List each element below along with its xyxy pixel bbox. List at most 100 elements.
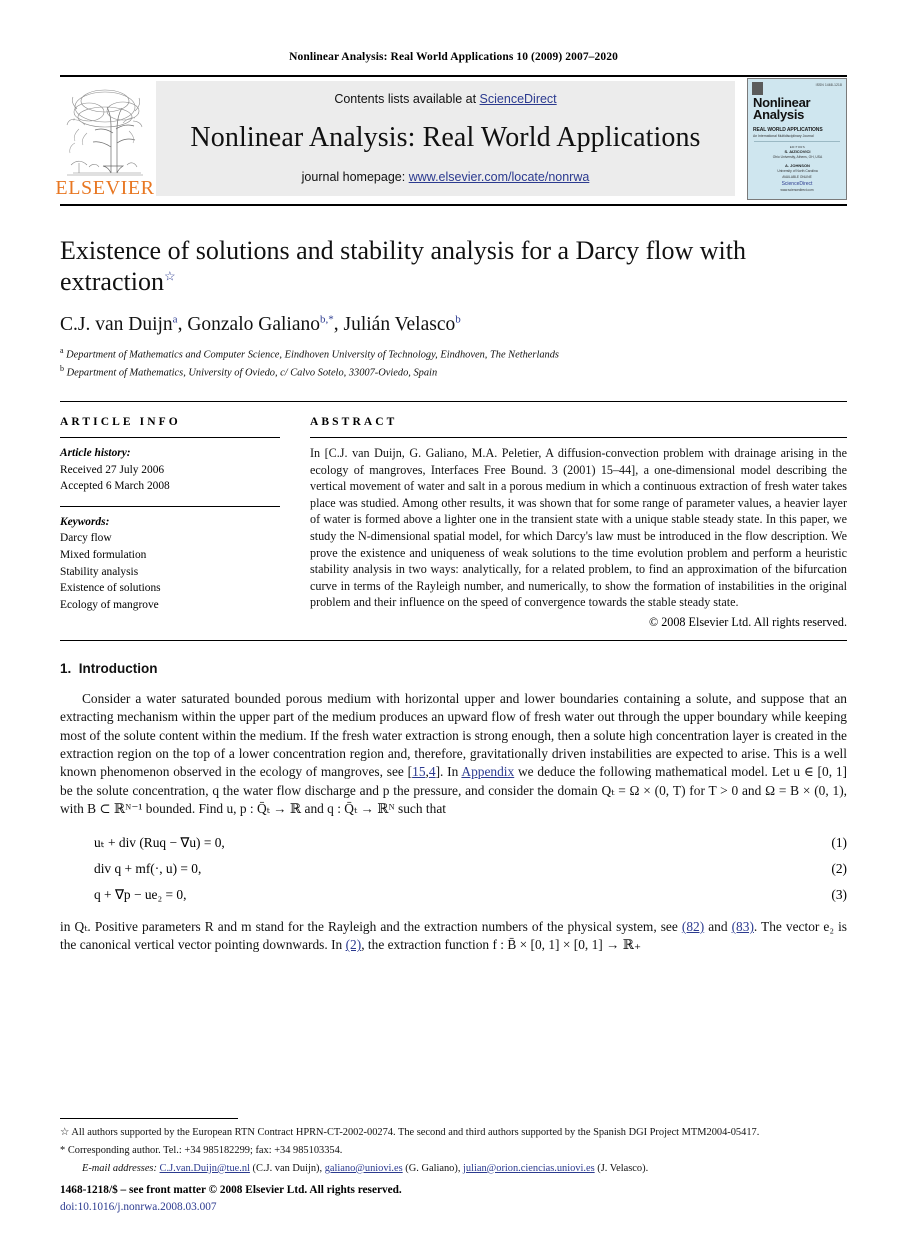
cover-sciencedirect-text: ScienceDirect: [781, 181, 813, 188]
cover-editor-1-affiliation: Ohio University, Athens, OH, USA: [772, 154, 823, 159]
equation-row: q + ∇p − ue₂ = 0, (3): [60, 882, 847, 908]
affiliation-list: a Department of Mathematics and Computer…: [60, 345, 847, 381]
cover-subtitle2: An International Multidisciplinary Journ…: [753, 133, 814, 138]
cover-sciencedirect-url: www.sciencedirect.com: [780, 188, 814, 193]
post-eq-part-2: and: [704, 919, 732, 935]
equation-2-number: (2): [831, 860, 847, 876]
keyword-item: Mixed formulation: [60, 549, 147, 561]
reference-link-eq2[interactable]: (2): [346, 937, 362, 952]
introduction-section: 1. Introduction Consider a water saturat…: [60, 641, 847, 955]
appendix-link[interactable]: Appendix: [461, 764, 514, 779]
abstract-text: In [C.J. van Duijn, G. Galiano, M.A. Pel…: [310, 446, 847, 610]
journal-cover-thumbnail: ISSN 1468-1218 Nonlinear Analysis REAL W…: [747, 77, 847, 200]
title-block: Existence of solutions and stability ana…: [60, 206, 847, 381]
footnote-star-marker: ☆: [60, 1126, 70, 1138]
footnote-area: ☆ All authors supported by the European …: [60, 1117, 847, 1176]
page-title: Existence of solutions and stability ana…: [60, 235, 847, 297]
footnote-funding-text: All authors supported by the European RT…: [71, 1126, 760, 1138]
footnote-funding: ☆ All authors supported by the European …: [60, 1125, 847, 1140]
author-2: Gonzalo Galianob,*: [187, 313, 334, 335]
email-link-duijn[interactable]: C.J.van.Duijn@tue.nl: [160, 1163, 250, 1174]
cover-issn: ISSN 1468-1218: [815, 82, 842, 87]
contents-prefix: Contents lists available at: [334, 92, 480, 106]
imprint-block: 1468-1218/$ – see front matter © 2008 El…: [60, 1182, 402, 1216]
cover-art: ISSN 1468-1218 Nonlinear Analysis REAL W…: [747, 77, 847, 200]
affiliation-a-text: Department of Mathematics and Computer S…: [66, 349, 559, 361]
article-history: Article history: Received 27 July 2006 A…: [60, 438, 280, 495]
journal-homepage-link[interactable]: www.elsevier.com/locate/nonrwa: [409, 170, 590, 184]
author-1-name: C.J. van Duijn: [60, 313, 173, 335]
cover-name-line2: Analysis: [753, 106, 805, 122]
footnote-asterisk-marker: *: [60, 1145, 66, 1157]
section-number: 1.: [60, 660, 72, 676]
cover-footer: AVAILABLE ONLINE ScienceDirect www.scien…: [748, 175, 846, 193]
article-info-heading: ARTICLE INFO: [60, 416, 181, 429]
author-1: C.J. van Duijna: [60, 313, 178, 335]
doi-link[interactable]: doi:10.1016/j.nonrwa.2008.03.007: [60, 1199, 402, 1216]
email-link-velasco[interactable]: julian@orion.ciencias.uniovi.es: [463, 1163, 595, 1174]
article-history-accepted: Accepted 6 March 2008: [60, 480, 170, 493]
email-owner-velasco: (J. Velasco): [597, 1162, 646, 1174]
title-footnote-marker: ☆: [163, 268, 176, 284]
affiliation-b-marker: b: [60, 364, 64, 374]
post-eq-part-4: , the extraction function f : B̄ × [0, 1…: [361, 937, 642, 953]
reference-link-4[interactable]: 4: [429, 764, 436, 779]
sciencedirect-link[interactable]: ScienceDirect: [480, 92, 557, 106]
post-eq-part-1: in Qₜ. Positive parameters R and m stand…: [60, 919, 682, 935]
author-2-affiliation-marker: b,*: [319, 313, 334, 326]
intro-part-2: ]. In: [435, 764, 462, 780]
cover-divider: [754, 140, 840, 142]
journal-title: Nonlinear Analysis: Real World Applicati…: [190, 122, 701, 153]
abstract-heading: ABSTRACT: [310, 416, 398, 429]
elsevier-wordmark: ELSEVIER: [55, 177, 155, 199]
author-3-name: Julián Velasco: [343, 313, 456, 335]
equation-1-body: uₜ + div (Ruq − ∇u) = 0,: [94, 834, 225, 850]
homepage-prefix: journal homepage:: [301, 170, 409, 184]
keyword-item: Darcy flow: [60, 532, 112, 545]
journal-banner: ELSEVIER Contents lists available at Sci…: [55, 75, 847, 200]
cover-journal-name: Nonlinear Analysis: [753, 95, 842, 122]
article-history-label: Article history:: [60, 447, 131, 460]
affiliation-a: a Department of Mathematics and Computer…: [60, 345, 847, 363]
author-list: C.J. van Duijna, Gonzalo Galianob,*, Jul…: [60, 313, 461, 335]
section-title: Introduction: [78, 660, 158, 676]
email-link-galiano[interactable]: galiano@uniovi.es: [325, 1163, 403, 1174]
footnote-corresponding-text: Corresponding author. Tel.: +34 98518229…: [67, 1145, 343, 1157]
banner-center: Contents lists available at ScienceDirec…: [156, 81, 735, 196]
cover-elsevier-icon: [752, 81, 763, 95]
email-label: E-mail addresses:: [82, 1162, 157, 1174]
author-3: Julián Velascob: [343, 313, 461, 335]
section-heading: 1. Introduction: [60, 661, 847, 676]
keyword-item: Ecology of mangrove: [60, 598, 159, 611]
cover-subtitle: REAL WORLD APPLICATIONS: [753, 126, 823, 133]
affiliation-b: b Department of Mathematics, University …: [60, 363, 847, 381]
footnote-email-addresses: E-mail addresses: C.J.van.Duijn@tue.nl (…: [82, 1162, 649, 1174]
reference-link-82[interactable]: (82): [682, 919, 704, 934]
homepage-line: journal homepage: www.elsevier.com/locat…: [302, 170, 590, 184]
footnote-corresponding-author: * Corresponding author. Tel.: +34 985182…: [60, 1140, 847, 1158]
footnote-rule: [60, 1117, 238, 1119]
imprint-front-matter: 1468-1218/$ – see front matter © 2008 El…: [60, 1184, 402, 1197]
abstract-copyright: © 2008 Elsevier Ltd. All rights reserved…: [648, 614, 847, 629]
running-head: Nonlinear Analysis: Real World Applicati…: [289, 51, 618, 63]
cover-editor-2-affiliation: University of North Carolina: [777, 168, 818, 173]
equation-3-body: q + ∇p − ue₂ = 0,: [94, 886, 187, 902]
introduction-paragraph: Consider a water saturated bounded porou…: [60, 690, 847, 817]
equation-row: uₜ + div (Ruq − ∇u) = 0, (1): [60, 830, 847, 856]
author-2-name: Gonzalo Galiano: [187, 313, 320, 335]
author-3-affiliation-marker: b: [455, 313, 461, 326]
keyword-item: Stability analysis: [60, 565, 139, 578]
equation-1-number: (1): [831, 834, 847, 850]
equation-row: div q + mf(·, u) = 0, (2): [60, 856, 847, 882]
contents-line: Contents lists available at ScienceDirec…: [334, 92, 556, 106]
reference-link-83[interactable]: (83): [732, 919, 754, 934]
equation-2-body: div q + mf(·, u) = 0,: [94, 860, 202, 876]
affiliation-a-marker: a: [60, 345, 64, 355]
equation-block: uₜ + div (Ruq − ∇u) = 0, (1) div q + mf(…: [60, 819, 847, 912]
keywords-label: Keywords:: [60, 515, 110, 528]
abstract-column: ABSTRACT In [C.J. van Duijn, G. Galiano,…: [310, 416, 847, 629]
affiliation-b-text: Department of Mathematics, University of…: [66, 367, 438, 379]
elsevier-tree-icon: [65, 85, 145, 177]
reference-link-15[interactable]: 15: [412, 764, 425, 779]
article-info-column: ARTICLE INFO Article history: Received 2…: [60, 416, 310, 629]
